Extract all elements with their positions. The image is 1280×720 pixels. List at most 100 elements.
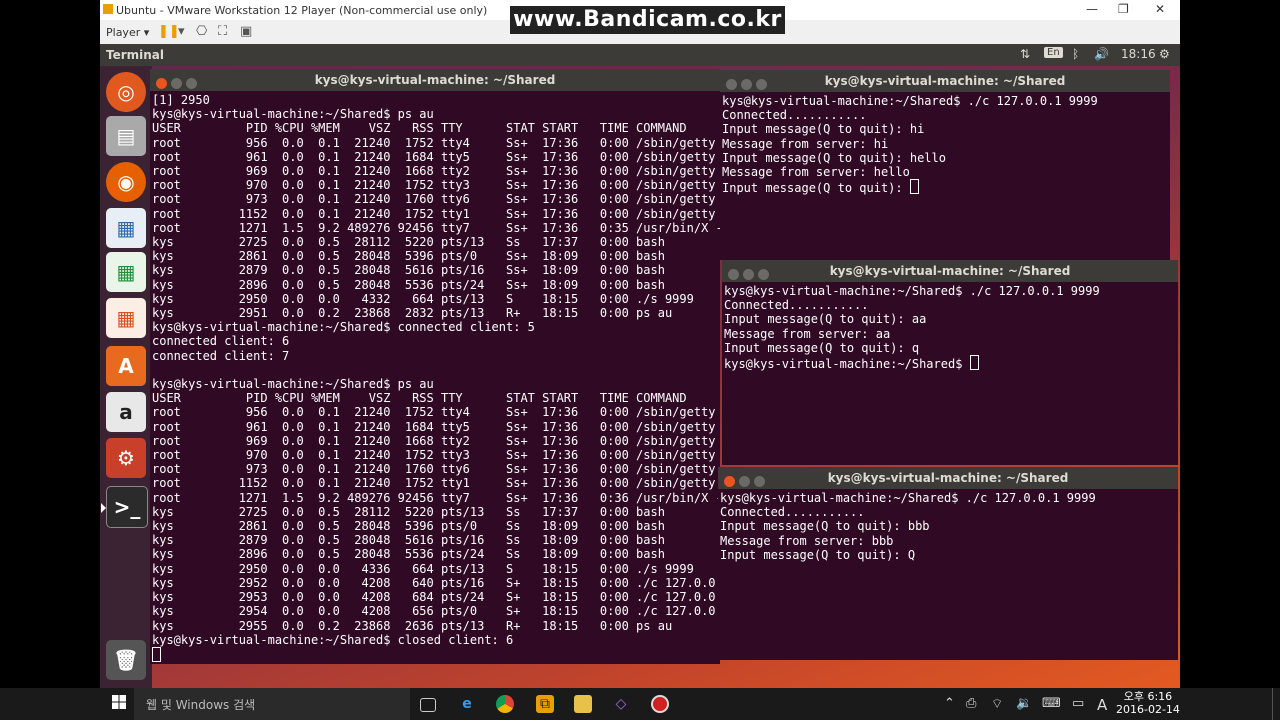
terminal-line: kys 2896 0.0 0.5 28048 5536 pts/24 Ss+ 1… [152, 277, 665, 292]
terminal-line: root 969 0.0 0.1 21240 1668 tty2 Ss+ 17:… [152, 433, 720, 448]
trash-icon[interactable]: 🗑 [106, 640, 146, 680]
unity-icon[interactable]: ▣ [240, 24, 252, 39]
vmware-logo-icon [103, 4, 113, 14]
terminal-line: root 973 0.0 0.1 21240 1760 tty6 Ss+ 17:… [152, 462, 720, 477]
bandicam-icon[interactable] [651, 695, 669, 713]
restore-icon[interactable]: ❐ [1118, 2, 1129, 16]
panel-clock[interactable]: 18:16 [1121, 47, 1156, 61]
terminal-output[interactable]: [1] 2950 kys@kys-virtual-machine:~/Shared… [150, 91, 720, 663]
impress-icon[interactable]: ▦ [106, 298, 146, 338]
terminal-line: Connected........... [720, 505, 865, 520]
close-icon[interactable]: ✕ [1155, 2, 1165, 16]
terminal-icon[interactable]: >_ [101, 486, 148, 528]
terminal-line: kys 2951 0.0 0.2 23868 2832 pts/13 R+ 18… [152, 306, 673, 321]
terminal-line: root 1152 0.0 0.1 21240 1752 tty1 Ss+ 17… [152, 476, 720, 491]
terminal-title-bar: kys@kys-virtual-machine: ~/Shared [150, 69, 720, 91]
windows-taskbar: 웹 및 Windows 검색 e ⧉ ◇ ⌃ ⎙ ⌔ 🔉 ⌨ ▭ A 오후 6:… [0, 688, 1280, 720]
files-icon[interactable]: ▤ [106, 116, 146, 156]
network-icon[interactable]: ⇅ [1020, 47, 1030, 61]
terminal-line: kys 2896 0.0 0.5 28048 5536 pts/24 Ss 18… [152, 547, 665, 562]
terminal-window-client-3[interactable]: kys@kys-virtual-machine: ~/Shared kys@ky… [718, 467, 1178, 660]
terminal-window-server[interactable]: kys@kys-virtual-machine: ~/Shared [1] 29… [150, 69, 720, 664]
dash-home-icon[interactable]: ◎ [106, 72, 146, 112]
taskbar-clock[interactable]: 오후 6:16 2016-02-14 [1116, 690, 1180, 716]
amazon-icon[interactable]: a [106, 392, 146, 432]
fullscreen-icon[interactable]: ⛶ [218, 24, 227, 39]
player-menu-button[interactable]: Player ▾ [106, 26, 149, 39]
dropdown-icon[interactable]: ▾ [178, 24, 185, 39]
gear-icon[interactable]: ⚙ [1159, 47, 1170, 61]
terminal-line: kys 2879 0.0 0.5 28048 5616 pts/16 Ss 18… [152, 533, 665, 548]
terminal-line: root 956 0.0 0.1 21240 1752 tty4 Ss+ 17:… [152, 405, 720, 420]
terminal-line: root 1152 0.0 0.1 21240 1752 tty1 Ss+ 17… [152, 206, 720, 221]
terminal-line: connected client: 7 [152, 348, 290, 363]
calc-icon[interactable]: ▦ [106, 252, 146, 292]
terminal-line: kys@kys-virtual-machine:~/Shared$ ps au [152, 377, 434, 392]
terminal-line: Input message(Q to quit): bbb [720, 519, 930, 534]
vmware-taskbar-icon[interactable]: ⧉ [536, 695, 554, 713]
volume-icon[interactable]: 🔊 [1094, 47, 1109, 61]
volume-icon[interactable]: 🔉 [1016, 696, 1032, 711]
send-ctrl-alt-del-icon[interactable]: ⎔ [196, 24, 207, 39]
terminal-line: Message from server: hi [722, 136, 889, 151]
pause-icon[interactable]: ❚❚ [158, 24, 180, 39]
terminal-line: Connected........... [724, 298, 869, 313]
edge-icon[interactable]: e [458, 695, 476, 713]
watermark: www.Bandicam.co.kr [510, 6, 785, 34]
shell-prompt: kys@kys-virtual-machine:~/Shared$ [724, 357, 970, 372]
terminal-line: [1] 2950 [152, 93, 210, 107]
terminal-title: kys@kys-virtual-machine: ~/Shared [314, 73, 556, 87]
task-view-icon[interactable] [420, 698, 436, 712]
search-placeholder: 웹 및 Windows 검색 [146, 698, 256, 712]
minimize-icon[interactable]: — [1086, 2, 1098, 16]
windows-search-box[interactable]: 웹 및 Windows 검색 [134, 688, 410, 720]
bluetooth-icon[interactable]: ᛒ [1072, 47, 1079, 61]
chrome-icon[interactable] [496, 695, 514, 713]
show-desktop-button[interactable] [1272, 688, 1273, 720]
active-app-name: Terminal [106, 48, 165, 62]
visual-studio-icon[interactable]: ◇ [612, 695, 630, 713]
ime-icon[interactable]: ⌨ [1042, 696, 1061, 711]
keyboard-layout-indicator[interactable]: En [1044, 47, 1063, 58]
terminal-line: root 961 0.0 0.1 21240 1684 tty5 Ss+ 17:… [152, 419, 720, 434]
terminal-output[interactable]: kys@kys-virtual-machine:~/Shared$ ./c 12… [718, 489, 1178, 562]
terminal-output[interactable]: kys@kys-virtual-machine:~/Shared$ ./c 12… [722, 282, 1178, 371]
firefox-icon[interactable]: ◉ [106, 162, 146, 202]
terminal-lines: kys@kys-virtual-machine:~/Shared$ ./c 12… [724, 284, 1176, 355]
windows-start-icon[interactable] [112, 695, 126, 709]
writer-icon[interactable]: ▦ [106, 208, 146, 248]
chevron-up-icon[interactable]: ⌃ [944, 696, 955, 711]
terminal-lines: [1] 2950 kys@kys-virtual-machine:~/Shared… [152, 93, 720, 647]
terminal-title-bar: kys@kys-virtual-machine: ~/Shared [718, 467, 1178, 489]
terminal-line: Input message(Q to quit): aa [724, 312, 927, 327]
system-settings-icon[interactable]: ⚙ [106, 438, 146, 478]
terminal-lines: kys@kys-virtual-machine:~/Shared$ ./c 12… [722, 94, 1168, 179]
device-icon[interactable]: ⎙ [966, 696, 976, 711]
terminal-line: root 1271 1.5 9.2 489276 92456 tty7 Ss+ … [152, 490, 720, 505]
ubuntu-top-panel: Terminal ⇅ En ᛒ 🔊 18:16 ⚙ [100, 44, 1180, 66]
terminal-line: root 956 0.0 0.1 21240 1752 tty4 Ss+ 17:… [152, 135, 720, 150]
terminal-window-client-2[interactable]: kys@kys-virtual-machine: ~/Shared kys@ky… [722, 260, 1178, 465]
terminal-line: root 973 0.0 0.1 21240 1760 tty6 Ss+ 17:… [152, 192, 720, 207]
terminal-line: root 970 0.0 0.1 21240 1752 tty3 Ss+ 17:… [152, 178, 720, 193]
terminal-title-bar: kys@kys-virtual-machine: ~/Shared [722, 260, 1178, 282]
ime-mode-indicator[interactable]: A [1097, 696, 1107, 714]
terminal-line: Input message(Q to quit): q [724, 340, 920, 355]
keyboard-icon[interactable]: ▭ [1072, 696, 1084, 711]
network-icon[interactable]: ⌔ [991, 696, 1003, 712]
terminal-line: kys@kys-virtual-machine:~/Shared$ connec… [152, 320, 535, 335]
terminal-line: kys 2950 0.0 0.0 4332 664 pts/13 S 18:15… [152, 291, 694, 306]
terminal-line: connected client: 6 [152, 334, 290, 349]
terminal-line: USER PID %CPU %MEM VSZ RSS TTY STAT STAR… [152, 121, 687, 136]
file-explorer-icon[interactable] [574, 695, 592, 713]
terminal-line: root 970 0.0 0.1 21240 1752 tty3 Ss+ 17:… [152, 448, 720, 463]
terminal-line: root 1271 1.5 9.2 489276 92456 tty7 Ss+ … [152, 220, 720, 235]
terminal-line: Message from server: hello [722, 165, 910, 180]
software-center-icon[interactable]: A [106, 346, 146, 386]
text-cursor [152, 646, 161, 662]
terminal-output[interactable]: kys@kys-virtual-machine:~/Shared$ ./c 12… [720, 92, 1170, 195]
terminal-line: Message from server: aa [724, 326, 891, 341]
terminal-window-client-1[interactable]: kys@kys-virtual-machine: ~/Shared kys@ky… [720, 70, 1170, 260]
input-prompt: Input message(Q to quit): [722, 181, 910, 196]
